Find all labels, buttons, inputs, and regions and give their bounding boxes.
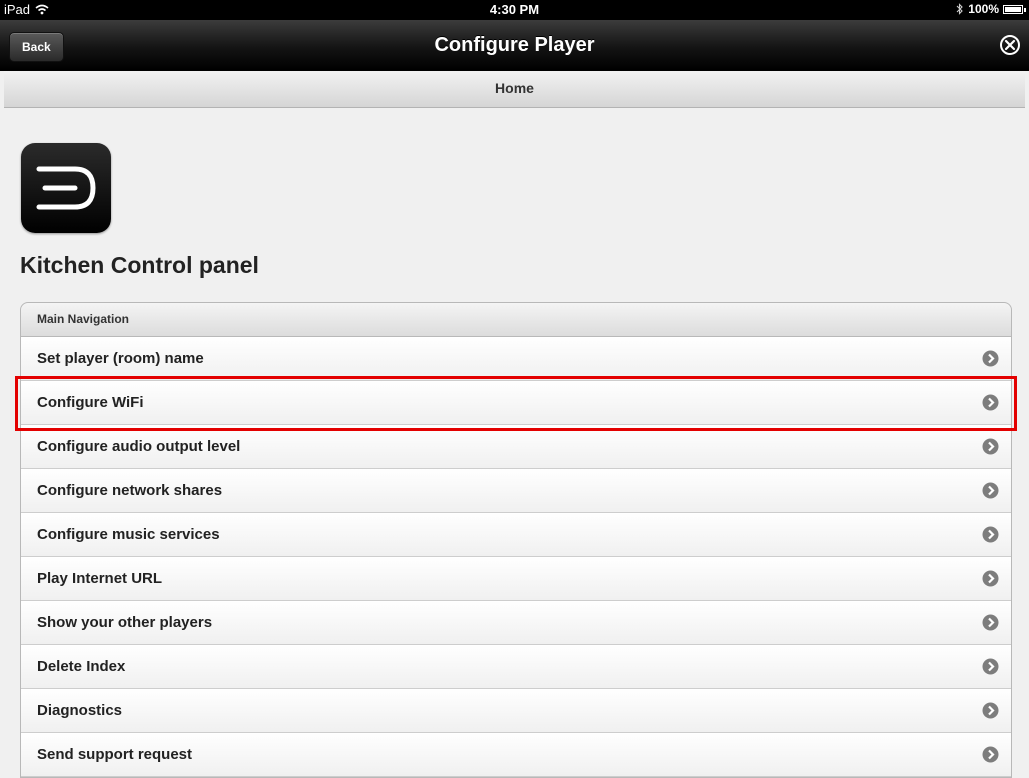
nav-title: Configure Player — [434, 34, 595, 56]
menu-item-play-internet-url[interactable]: Play Internet URL — [21, 557, 1011, 601]
menu-item-label: Send support request — [37, 746, 193, 763]
close-icon[interactable] — [999, 34, 1021, 56]
chevron-right-icon — [982, 658, 999, 675]
menu-item-configure-audio-output-level[interactable]: Configure audio output level — [21, 425, 1011, 469]
nav-bar: Back Configure Player — [0, 20, 1029, 71]
menu-item-show-other-players[interactable]: Show your other players — [21, 601, 1011, 645]
menu-item-label: Delete Index — [37, 658, 126, 675]
menu-item-set-player-name[interactable]: Set player (room) name — [21, 337, 1011, 381]
menu-item-send-support-request[interactable]: Send support request — [21, 733, 1011, 777]
menu-item-label: Configure music services — [37, 526, 220, 543]
menu-item-label: Configure network shares — [37, 482, 223, 499]
app-logo — [21, 143, 111, 233]
menu-item-label: Configure WiFi — [37, 394, 144, 411]
menu-item-configure-network-shares[interactable]: Configure network shares — [21, 469, 1011, 513]
chevron-right-icon — [982, 570, 999, 587]
chevron-right-icon — [982, 702, 999, 719]
logo-icon — [36, 166, 96, 210]
menu-item-configure-music-services[interactable]: Configure music services — [21, 513, 1011, 557]
battery-icon — [1003, 4, 1026, 14]
chevron-right-icon — [982, 350, 999, 367]
breadcrumb[interactable]: Home — [4, 71, 1025, 108]
chevron-right-icon — [982, 526, 999, 543]
status-time: 4:30 PM — [489, 2, 540, 17]
chevron-right-icon — [982, 438, 999, 455]
chevron-right-icon — [982, 614, 999, 631]
menu-item-configure-wifi[interactable]: Configure WiFi — [21, 381, 1011, 425]
menu-item-label: Configure audio output level — [37, 438, 241, 455]
menu-header: Main Navigation — [21, 303, 1011, 337]
menu-item-label: Show your other players — [37, 614, 213, 631]
menu-item-label: Set player (room) name — [37, 350, 204, 367]
menu-item-delete-index[interactable]: Delete Index — [21, 645, 1011, 689]
chevron-right-icon — [982, 482, 999, 499]
menu-item-diagnostics[interactable]: Diagnostics — [21, 689, 1011, 733]
menu-item-label: Diagnostics — [37, 702, 123, 719]
chevron-right-icon — [982, 746, 999, 763]
page-title: Kitchen Control panel — [20, 252, 259, 278]
main-navigation-list: Main Navigation Set player (room) name C… — [20, 302, 1012, 778]
chevron-right-icon — [982, 394, 999, 411]
battery-percent: 100% — [968, 2, 999, 16]
status-bar: iPad 4:30 PM 100% — [0, 0, 1029, 20]
bluetooth-icon — [956, 3, 964, 15]
menu-item-label: Play Internet URL — [37, 570, 163, 587]
